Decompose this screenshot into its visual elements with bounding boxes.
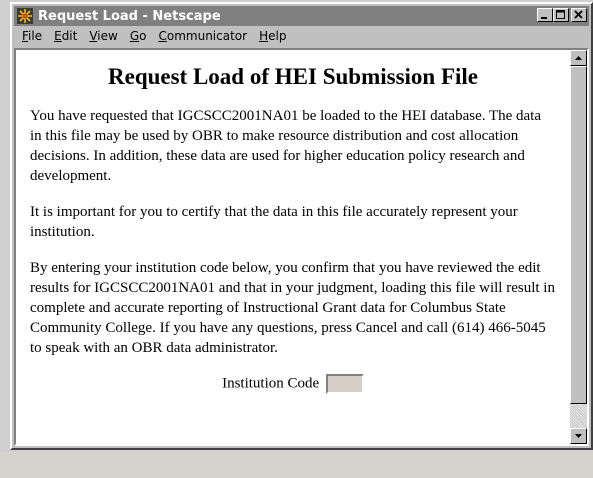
maximize-icon [556, 10, 565, 19]
menu-view-label: iew [97, 29, 118, 43]
window-controls [537, 8, 587, 22]
institution-code-row: Institution Code [16, 374, 570, 394]
menu-help[interactable]: Help [259, 29, 286, 43]
institution-code-label: Institution Code [222, 375, 320, 392]
menu-view[interactable]: View [89, 29, 117, 43]
menu-file[interactable]: File [22, 29, 42, 43]
menu-go-label: o [139, 29, 147, 43]
window-title: Request Load - Netscape [38, 8, 221, 24]
menu-file-label: ile [28, 29, 43, 43]
title-bar[interactable]: Request Load - Netscape [14, 6, 589, 26]
browser-window: Request Load - Netscape File Edit View G… [10, 2, 593, 450]
close-icon [574, 10, 583, 19]
menu-edit[interactable]: Edit [54, 29, 77, 43]
scroll-up-button[interactable] [570, 50, 587, 66]
below-window-area [0, 452, 593, 478]
menu-edit-label: dit [61, 29, 78, 43]
close-button[interactable] [571, 8, 587, 22]
paragraph-request: You have requested that IGCSCC2001NA01 b… [30, 108, 542, 184]
menu-communicator-mnemonic: C [158, 29, 167, 43]
paragraph-confirm: By entering your institution code below,… [30, 260, 555, 356]
scroll-down-button[interactable] [570, 428, 587, 444]
page-title: Request Load of HEI Submission File [108, 64, 478, 89]
arrow-down-icon [575, 434, 582, 438]
menu-help-label: elp [268, 29, 287, 43]
institution-code-input[interactable] [325, 374, 364, 394]
menu-go[interactable]: Go [130, 29, 147, 43]
menu-go-mnemonic: G [129, 29, 140, 43]
content-frame: Request Load of HEI Submission File You … [14, 48, 589, 446]
menu-communicator-label: ommunicator [166, 29, 248, 43]
netscape-icon [17, 8, 33, 24]
vertical-scrollbar[interactable] [570, 50, 587, 444]
minimize-icon [541, 17, 547, 19]
menu-help-mnemonic: H [259, 29, 269, 43]
menu-communicator[interactable]: Communicator [158, 29, 247, 43]
scroll-thumb[interactable] [570, 66, 587, 404]
window-edge-left [0, 0, 10, 452]
menu-edit-mnemonic: E [54, 29, 62, 43]
arrow-up-icon [575, 56, 582, 60]
maximize-button[interactable] [553, 8, 569, 22]
page-content: Request Load of HEI Submission File You … [16, 50, 570, 444]
paragraph-certify: It is important for you to certify that … [30, 204, 518, 240]
minimize-button[interactable] [537, 8, 553, 22]
menu-bar: File Edit View Go Communicator Help [14, 27, 589, 45]
